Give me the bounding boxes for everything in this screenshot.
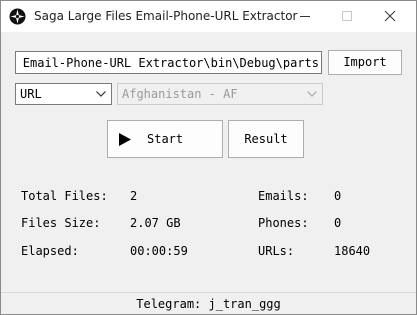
status-bar: Telegram: j_tran_ggg: [1, 292, 416, 314]
maximize-icon[interactable]: [331, 1, 363, 32]
elapsed-value: 00:00:59: [130, 244, 188, 258]
chevron-down-icon: [307, 91, 317, 97]
chevron-down-icon: [96, 91, 106, 97]
total-files-value: 2: [130, 189, 138, 203]
start-button[interactable]: Start: [107, 120, 223, 158]
files-size-value: 2.07 GB: [130, 216, 181, 230]
close-icon[interactable]: [374, 1, 406, 32]
play-icon: [119, 133, 131, 146]
emails-value: 0: [334, 189, 342, 203]
urls-value: 18640: [334, 244, 371, 258]
country-value: Afghanistan - AF: [122, 87, 238, 101]
app-window: Saga Large Files Email-Phone-URL Extract…: [0, 0, 417, 315]
phones-label: Phones:: [258, 216, 309, 230]
folder-path-input[interactable]: e Email-Phone-URL Extractor\bin\Debug\pa…: [15, 51, 322, 74]
extract-type-select[interactable]: URL: [15, 83, 112, 105]
title-bar[interactable]: Saga Large Files Email-Phone-URL Extract…: [1, 1, 416, 32]
urls-label: URLs:: [258, 244, 295, 258]
country-select[interactable]: Afghanistan - AF: [117, 83, 323, 105]
total-files-label: Total Files:: [21, 189, 108, 203]
telegram-contact: Telegram: j_tran_ggg: [136, 297, 281, 311]
emails-label: Emails:: [258, 189, 309, 203]
minimize-icon[interactable]: [289, 1, 321, 32]
folder-path-value: e Email-Phone-URL Extractor\bin\Debug\pa…: [15, 56, 319, 70]
result-button[interactable]: Result: [228, 120, 304, 158]
start-button-label: Start: [147, 132, 184, 146]
window-title: Saga Large Files Email-Phone-URL Extract…: [34, 9, 298, 23]
compass-icon: [9, 8, 26, 25]
files-size-label: Files Size:: [21, 216, 101, 230]
extract-type-value: URL: [20, 87, 42, 101]
phones-value: 0: [334, 216, 342, 230]
import-button[interactable]: Import: [328, 50, 402, 75]
elapsed-label: Elapsed:: [21, 244, 79, 258]
